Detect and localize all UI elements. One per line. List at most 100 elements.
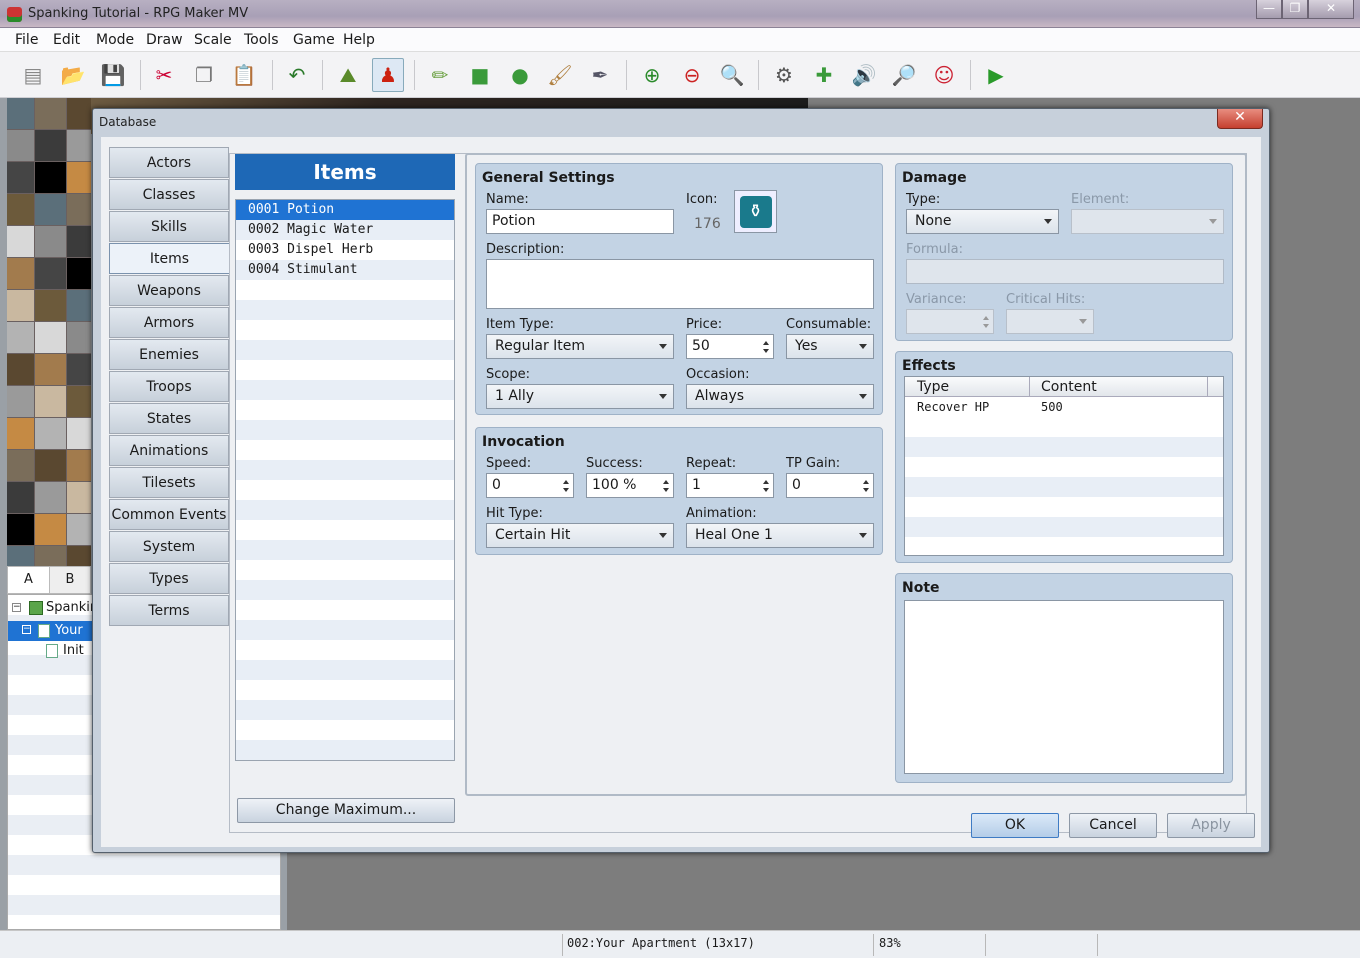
tileset-tab-b[interactable]: B xyxy=(50,567,90,593)
tile-swatch[interactable] xyxy=(35,194,66,225)
consumable-select[interactable]: Yes xyxy=(786,334,874,359)
tile-swatch[interactable] xyxy=(35,418,66,449)
tree-item-project[interactable]: Spankir xyxy=(46,600,95,615)
category-terms[interactable]: Terms xyxy=(109,595,229,626)
tile-swatch[interactable] xyxy=(7,418,34,449)
category-troops[interactable]: Troops xyxy=(109,371,229,402)
flood-fill-icon[interactable]: 🖌 xyxy=(544,58,576,92)
tile-swatch[interactable] xyxy=(7,194,34,225)
menu-mode[interactable]: Mode xyxy=(96,32,134,48)
price-spinner[interactable]: 50 xyxy=(686,334,774,359)
menu-game[interactable]: Game xyxy=(293,32,335,48)
event-mode-icon[interactable]: ♟ xyxy=(372,58,404,92)
zoom-out-icon[interactable]: ⊖ xyxy=(676,58,708,92)
category-weapons[interactable]: Weapons xyxy=(109,275,229,306)
tile-swatch[interactable] xyxy=(67,322,91,353)
tile-swatch[interactable] xyxy=(35,450,66,481)
success-spinner[interactable]: 100 % xyxy=(586,473,674,498)
tile-swatch[interactable] xyxy=(67,130,91,161)
dialog-close-button[interactable]: ✕ xyxy=(1217,109,1263,129)
tile-swatch[interactable] xyxy=(67,546,91,566)
tile-swatch[interactable] xyxy=(35,546,66,566)
tile-swatch[interactable] xyxy=(35,386,66,417)
tile-swatch[interactable] xyxy=(7,514,34,545)
tile-swatch[interactable] xyxy=(7,322,34,353)
category-skills[interactable]: Skills xyxy=(109,211,229,242)
tile-swatch[interactable] xyxy=(7,130,34,161)
tile-swatch[interactable] xyxy=(35,290,66,321)
menu-file[interactable]: File xyxy=(15,32,38,48)
ok-button[interactable]: OK xyxy=(971,813,1059,838)
maximize-button[interactable]: ❐ xyxy=(1282,0,1308,19)
cut-icon[interactable]: ✂ xyxy=(148,58,180,92)
tile-swatch[interactable] xyxy=(67,514,91,545)
category-actors[interactable]: Actors xyxy=(109,147,229,178)
tile-swatch[interactable] xyxy=(67,162,91,193)
zoom-in-icon[interactable]: ⊕ xyxy=(636,58,668,92)
table-row[interactable]: Recover HP 500 xyxy=(905,397,1223,417)
tile-swatch[interactable] xyxy=(7,290,34,321)
tile-swatch[interactable] xyxy=(35,226,66,257)
category-enemies[interactable]: Enemies xyxy=(109,339,229,370)
speed-spinner[interactable]: 0 xyxy=(486,473,574,498)
animation-select[interactable]: Heal One 1 xyxy=(686,523,874,548)
items-list[interactable]: 0001 Potion 0002 Magic Water 0003 Dispel H… xyxy=(235,199,455,761)
tile-swatch[interactable] xyxy=(7,354,34,385)
tile-swatch[interactable] xyxy=(67,194,91,225)
tree-item-map[interactable]: Your xyxy=(55,623,83,638)
effects-table[interactable]: Type Content Recover HP 500 xyxy=(904,376,1224,556)
variance-spinner[interactable] xyxy=(906,309,994,334)
tile-swatch[interactable] xyxy=(35,322,66,353)
tree-item-submap[interactable]: Init xyxy=(63,643,84,658)
tile-swatch[interactable] xyxy=(67,258,91,289)
category-armors[interactable]: Armors xyxy=(109,307,229,338)
tile-swatch[interactable] xyxy=(67,482,91,513)
tile-swatch[interactable] xyxy=(7,162,34,193)
copy-icon[interactable]: ❐ xyxy=(188,58,220,92)
event-searcher-icon[interactable]: 🔎 xyxy=(888,58,920,92)
tileset-tab-a[interactable]: A xyxy=(8,567,50,593)
tile-swatch[interactable] xyxy=(67,450,91,481)
menu-draw[interactable]: Draw xyxy=(146,32,183,48)
icon-picker[interactable]: ⚱ xyxy=(734,190,777,233)
tile-swatch[interactable] xyxy=(35,130,66,161)
tp-gain-spinner[interactable]: 0 xyxy=(786,473,874,498)
list-item[interactable]: 0001 Potion xyxy=(236,200,454,220)
collapse-icon[interactable]: − xyxy=(12,603,21,612)
minimize-button[interactable]: — xyxy=(1256,0,1282,19)
undo-icon[interactable]: ↶ xyxy=(281,58,313,92)
paste-icon[interactable]: 📋 xyxy=(228,58,260,92)
sound-test-icon[interactable]: 🔊 xyxy=(848,58,880,92)
tile-swatch[interactable] xyxy=(67,290,91,321)
tile-swatch[interactable] xyxy=(35,162,66,193)
tile-swatch[interactable] xyxy=(7,482,34,513)
damage-type-select[interactable]: None xyxy=(906,209,1059,234)
category-types[interactable]: Types xyxy=(109,563,229,594)
open-project-icon[interactable]: 📂 xyxy=(57,58,89,92)
shadow-pen-icon[interactable]: ✒ xyxy=(584,58,616,92)
list-item[interactable]: 0003 Dispel Herb xyxy=(236,240,454,260)
tile-swatch[interactable] xyxy=(35,514,66,545)
plugin-manager-icon[interactable]: ✚ xyxy=(808,58,840,92)
pencil-icon[interactable]: ✏ xyxy=(424,58,456,92)
menu-edit[interactable]: Edit xyxy=(53,32,80,48)
menu-help[interactable]: Help xyxy=(343,32,375,48)
scope-select[interactable]: 1 Ally xyxy=(486,384,674,409)
category-states[interactable]: States xyxy=(109,403,229,434)
tile-swatch[interactable] xyxy=(7,98,34,129)
tile-swatch[interactable] xyxy=(67,386,91,417)
map-mode-icon[interactable]: ⛰ xyxy=(332,58,364,92)
tile-swatch[interactable] xyxy=(7,258,34,289)
tile-swatch[interactable] xyxy=(35,482,66,513)
character-generator-icon[interactable]: ☺ xyxy=(928,58,960,92)
name-field[interactable]: Potion xyxy=(486,209,674,234)
element-select[interactable] xyxy=(1071,209,1224,234)
tile-swatch[interactable] xyxy=(7,386,34,417)
change-maximum-button[interactable]: Change Maximum... xyxy=(237,798,455,823)
list-item[interactable]: 0004 Stimulant xyxy=(236,260,454,280)
item-type-select[interactable]: Regular Item xyxy=(486,334,674,359)
tile-swatch[interactable] xyxy=(35,98,66,129)
category-animations[interactable]: Animations xyxy=(109,435,229,466)
critical-hits-select[interactable] xyxy=(1006,309,1094,334)
actual-size-icon[interactable]: 🔍 xyxy=(716,58,748,92)
